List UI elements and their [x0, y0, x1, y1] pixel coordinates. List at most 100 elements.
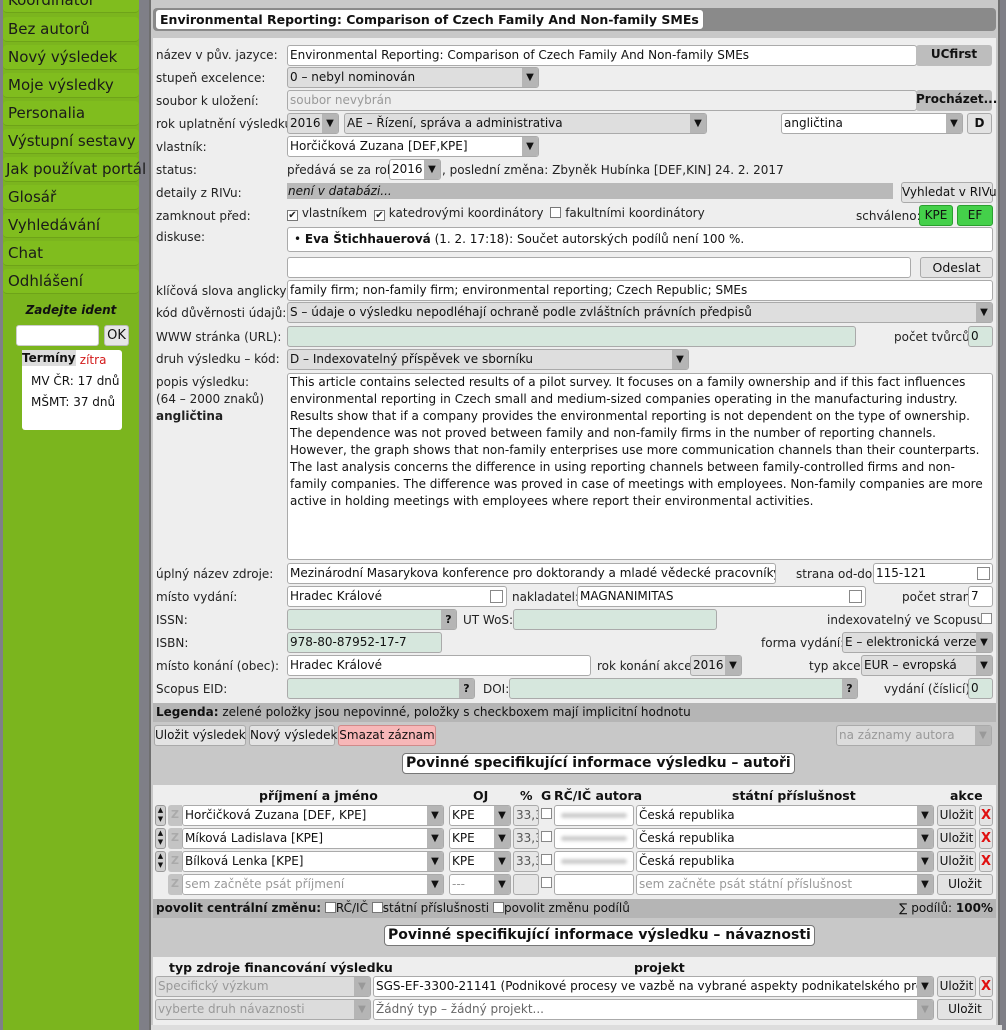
edition-input[interactable]: 0: [968, 678, 993, 699]
delete-icon[interactable]: X: [979, 851, 993, 872]
link-save-button[interactable]: Uložit: [937, 976, 976, 997]
save-result-button[interactable]: Uložit výsledek: [154, 725, 246, 746]
author-save-button[interactable]: Uložit: [937, 805, 976, 826]
author-g-checkbox[interactable]: [541, 808, 552, 819]
discussion-input[interactable]: [287, 257, 911, 278]
project-select[interactable]: SGS-EF-3300-21141 (Podnikové procesy ve …: [373, 976, 934, 997]
author-save-button[interactable]: Uložit: [937, 851, 976, 872]
reorder-icon[interactable]: ▲ ▼: [155, 851, 166, 872]
sidebar-item-novy-vysledek[interactable]: Nový výsledek: [3, 45, 139, 70]
approved-kpe-badge[interactable]: KPE: [919, 205, 953, 226]
central-nationality-checkbox[interactable]: [371, 902, 383, 913]
new-author-id-input[interactable]: [554, 874, 634, 895]
author-nationality-select[interactable]: Česká republika ▼: [636, 805, 934, 826]
sidebar-item-personalia[interactable]: Personalia: [3, 101, 139, 126]
help-icon[interactable]: ?: [441, 610, 456, 629]
issn-input[interactable]: ?: [287, 609, 457, 630]
owner-select[interactable]: Horčičková Zuzana [DEF,KPE] ▼: [287, 136, 539, 157]
sidebar-item-vyhledavani[interactable]: Vyhledávání: [3, 213, 139, 238]
confidentiality-select[interactable]: S – údaje o výsledku nepodléhají ochraně…: [287, 302, 993, 323]
author-id-input[interactable]: [554, 805, 634, 826]
author-oj-select[interactable]: KPE ▼: [449, 851, 511, 872]
author-share-input[interactable]: 33,33: [513, 805, 539, 826]
sidebar-item-jak-pouzivat[interactable]: Jak používat portál: [3, 157, 146, 182]
new-project-select[interactable]: Žádný typ – žádný projekt... ▼: [373, 999, 934, 1020]
new-author-nationality-input[interactable]: sem začněte psát státní příslušnost ▼: [636, 874, 934, 895]
delete-icon[interactable]: X: [979, 976, 993, 997]
lock-dept-checkbox[interactable]: ✔: [373, 210, 385, 221]
creators-input[interactable]: 0: [968, 326, 993, 347]
z-button[interactable]: Z: [168, 874, 182, 895]
scopus-eid-input[interactable]: ?: [287, 678, 475, 699]
sidebar-item-chat[interactable]: Chat: [3, 241, 139, 266]
z-button[interactable]: Z: [168, 828, 182, 849]
publisher-default-checkbox[interactable]: [849, 590, 862, 603]
year-select[interactable]: 2016 ▼: [287, 113, 339, 134]
doi-input[interactable]: ?: [509, 678, 858, 699]
author-records-select[interactable]: na záznamy autora ▼: [836, 725, 992, 746]
place-default-checkbox[interactable]: [490, 590, 503, 603]
central-shares-checkbox[interactable]: [492, 902, 504, 913]
central-id-checkbox[interactable]: [324, 902, 336, 913]
sidebar-item-glosar[interactable]: Glosář: [3, 185, 139, 210]
send-button[interactable]: Odeslat: [920, 257, 993, 278]
sidebar-item-odhlaseni[interactable]: Odhlášení: [3, 269, 139, 294]
new-author-g-checkbox[interactable]: [541, 877, 552, 888]
form-of-publication-select[interactable]: E – elektronická verze ▼: [842, 632, 993, 653]
author-id-input[interactable]: [554, 828, 634, 849]
isbn-input[interactable]: 978-80-87952-17-7: [287, 632, 442, 653]
author-name-select[interactable]: Horčičková Zuzana [DEF, KPE] ▼: [182, 805, 444, 826]
sidebar-item-vystupni-sestavy[interactable]: Výstupní sestavy: [3, 129, 139, 154]
delete-icon[interactable]: X: [979, 828, 993, 849]
author-nationality-select[interactable]: Česká republika ▼: [636, 851, 934, 872]
author-name-select[interactable]: Míková Ladislava [KPE] ▼: [182, 828, 444, 849]
lock-owner-checkbox[interactable]: ✔: [287, 210, 298, 221]
pages-input[interactable]: 115-121: [873, 563, 993, 584]
funding-type-select[interactable]: Specifický výzkum ▼: [155, 976, 371, 997]
ident-input[interactable]: [16, 325, 99, 346]
new-author-save-button[interactable]: Uložit: [937, 874, 993, 895]
file-input[interactable]: soubor nevybrán: [287, 90, 917, 111]
search-rivu-button[interactable]: Vyhledat v RIVu: [901, 182, 997, 203]
new-result-button[interactable]: Nový výsledek: [249, 725, 337, 746]
lock-faculty-checkbox[interactable]: [550, 207, 562, 218]
z-button[interactable]: Z: [168, 805, 182, 826]
scopus-indexable-checkbox[interactable]: [981, 613, 992, 624]
reorder-icon[interactable]: ▲ ▼: [155, 805, 166, 826]
new-link-save-button[interactable]: Uložit: [937, 999, 993, 1020]
author-share-input[interactable]: 33,33: [513, 851, 539, 872]
venue-input[interactable]: Hradec Králové: [287, 655, 591, 676]
source-input[interactable]: Mezinárodní Masarykova konference pro do…: [287, 563, 776, 584]
delete-icon[interactable]: X: [979, 805, 993, 826]
author-nationality-select[interactable]: Česká republika ▼: [636, 828, 934, 849]
d-button[interactable]: D: [967, 113, 992, 134]
sidebar-item-moje-vysledky[interactable]: Moje výsledky: [3, 73, 139, 98]
new-author-oj-select[interactable]: --- ▼: [449, 874, 511, 895]
status-year-select[interactable]: 2016 ▼: [389, 159, 441, 180]
language-select[interactable]: angličtina ▼: [781, 113, 963, 134]
approved-ef-badge[interactable]: EF: [957, 205, 993, 226]
kind-select[interactable]: D – Indexovatelný příspěvek ve sborníku ▼: [287, 349, 689, 370]
delete-record-button[interactable]: Smazat záznam: [338, 725, 436, 746]
z-button[interactable]: Z: [168, 851, 182, 872]
author-name-select[interactable]: Bílková Lenka [KPE] ▼: [182, 851, 444, 872]
wos-input[interactable]: [513, 609, 717, 630]
author-share-input[interactable]: 33,33: [513, 828, 539, 849]
reorder-icon[interactable]: ▲ ▼: [155, 828, 166, 849]
ucfirst-button[interactable]: UCfirst: [916, 45, 992, 66]
publisher-input[interactable]: MAGNANIMITAS: [577, 586, 866, 607]
help-icon[interactable]: ?: [842, 679, 857, 698]
new-funding-type-select[interactable]: vyberte druh návaznosti ▼: [155, 999, 371, 1020]
title-orig-input[interactable]: Environmental Reporting: Comparison of C…: [287, 45, 917, 66]
sidebar-item-koordinator[interactable]: Koordinátor: [3, 0, 139, 13]
ident-ok-button[interactable]: OK: [104, 325, 129, 346]
author-g-checkbox[interactable]: [541, 831, 552, 842]
help-icon[interactable]: ?: [459, 679, 474, 698]
www-input[interactable]: [287, 326, 856, 347]
pagecount-input[interactable]: 7: [968, 586, 993, 607]
sidebar-item-bez-autoru[interactable]: Bez autorů: [3, 17, 139, 42]
abstract-textarea[interactable]: This article contains selected results o…: [287, 373, 993, 560]
event-year-select[interactable]: 2016 ▼: [690, 655, 742, 676]
author-oj-select[interactable]: KPE ▼: [449, 805, 511, 826]
browse-button[interactable]: Procházet...: [916, 90, 997, 111]
